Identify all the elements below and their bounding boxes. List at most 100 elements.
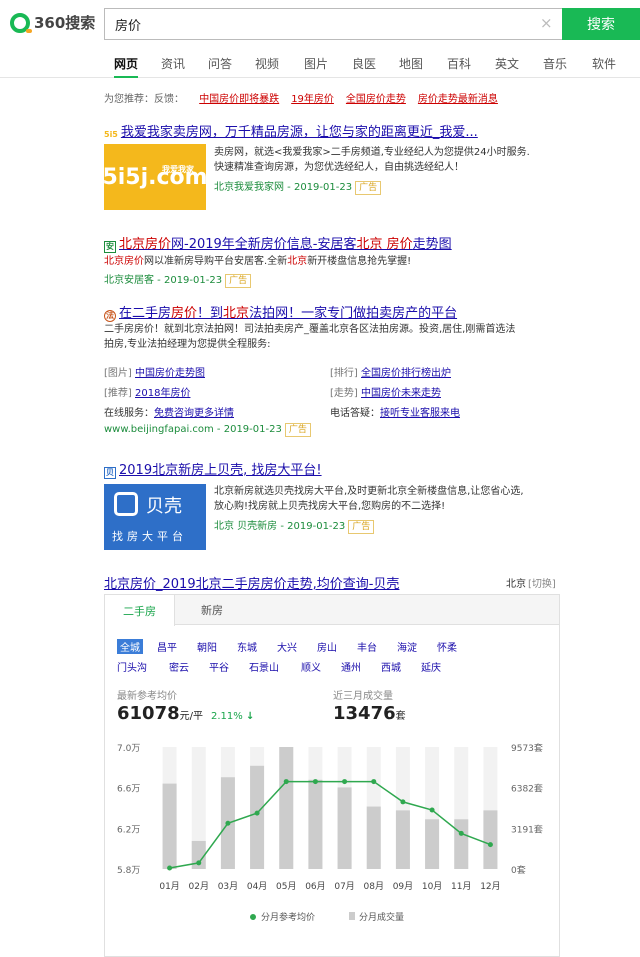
price-point[interactable]: [487, 842, 493, 848]
district-5[interactable]: 房山: [317, 639, 337, 654]
search-button[interactable]: 搜索: [562, 8, 640, 40]
district-15[interactable]: 西城: [381, 659, 401, 674]
tab-doctor[interactable]: 良医: [352, 55, 376, 72]
tab-baike[interactable]: 百科: [447, 55, 471, 72]
recommend-link[interactable]: 19年房价: [291, 94, 334, 105]
price-point[interactable]: [225, 820, 231, 826]
tab-video[interactable]: 视频: [255, 55, 279, 72]
district-3[interactable]: 东城: [237, 639, 257, 654]
tab-music[interactable]: 音乐: [543, 55, 567, 72]
online-service[interactable]: 在线服务：免费咨询更多详情: [104, 404, 234, 419]
ad-badge: 广告: [355, 181, 382, 195]
district-16[interactable]: 延庆: [421, 659, 441, 674]
recommend-link[interactable]: 房价走势最新消息: [418, 94, 498, 105]
result-desc: 快速精准查询房源，为您优选经纪人，自由挑选经纪人！: [214, 162, 464, 173]
result-url[interactable]: www.beijingfapai.com - 2019-01-23 广告: [104, 423, 311, 437]
district-2[interactable]: 朝阳: [197, 639, 217, 654]
title-keyword: 房价: [171, 306, 198, 321]
price-point[interactable]: [342, 779, 348, 785]
result-url[interactable]: 北京我爱我家网 - 2019-01-23 广告: [214, 178, 382, 195]
chart-bar[interactable]: [162, 783, 177, 869]
chart-bar[interactable]: [308, 779, 323, 869]
price-point[interactable]: [167, 865, 173, 871]
result-title[interactable]: 北京房价_2019北京二手房房价走势,均价查询-贝壳: [104, 573, 399, 592]
y-left-tick: 6.6万: [117, 785, 140, 795]
city-switch[interactable]: 北京 [切换]: [506, 575, 556, 590]
arrow-down-icon: ↓: [245, 711, 255, 722]
price-point[interactable]: [458, 830, 464, 836]
district-4[interactable]: 大兴: [277, 639, 297, 654]
volume-value: 13476套: [333, 703, 406, 724]
chart-bar[interactable]: [483, 810, 498, 869]
district-7[interactable]: 海淀: [397, 639, 417, 654]
tab-news[interactable]: 资讯: [161, 55, 185, 72]
price-point[interactable]: [429, 807, 435, 813]
chart-bar[interactable]: [337, 787, 352, 869]
search-query: 房价: [115, 18, 142, 34]
legend-bar-icon: [349, 912, 355, 920]
chart-bar[interactable]: [454, 819, 469, 869]
result-title[interactable]: 法在二手房房价！到北京法拍网！一家专门做拍卖房产的平台: [104, 302, 457, 322]
price-point[interactable]: [400, 799, 406, 805]
chart-bar[interactable]: [279, 747, 294, 869]
district-1[interactable]: 昌平: [157, 639, 177, 654]
district-10[interactable]: 密云: [169, 659, 189, 674]
price-point[interactable]: [312, 779, 318, 785]
recommend-link[interactable]: 全国房价走势: [346, 94, 406, 105]
district-6[interactable]: 丰台: [357, 639, 377, 654]
url-text: 北京 贝壳新房 - 2019-01-23: [214, 521, 346, 532]
district-12[interactable]: 石景山: [249, 659, 279, 674]
district-0[interactable]: 全城: [117, 639, 143, 654]
tab-second-hand[interactable]: 二手房: [105, 595, 175, 626]
chart-bar[interactable]: [395, 810, 410, 869]
house-icon: [114, 492, 138, 516]
sublink-tag: [排行]: [330, 368, 358, 379]
legend-bar-label[interactable]: 分月成交量: [359, 911, 404, 923]
site-icon: 法: [104, 310, 116, 322]
district-11[interactable]: 平谷: [209, 659, 229, 674]
phone-service[interactable]: 电话答疑：接听专业客服来电: [330, 404, 460, 419]
feedback-link[interactable]: 反馈：: [154, 94, 184, 105]
price-point[interactable]: [283, 779, 289, 785]
tab-new-house[interactable]: 新房: [177, 595, 247, 625]
result-title[interactable]: 安北京房价网-2019年全新房价信息-安居客北京 房价走势图: [104, 233, 452, 253]
sublink[interactable]: [推荐] 2018年房价: [104, 384, 190, 399]
logo[interactable]: 360搜索: [10, 12, 95, 33]
tab-software[interactable]: 软件: [592, 55, 616, 72]
tab-map[interactable]: 地图: [399, 55, 423, 72]
result-title[interactable]: 贝 2019北京新房上贝壳, 找房大平台!: [104, 459, 322, 479]
tab-english[interactable]: 英文: [495, 55, 519, 72]
price-point[interactable]: [254, 810, 260, 816]
district-13[interactable]: 顺义: [301, 659, 321, 674]
tab-qa[interactable]: 问答: [208, 55, 232, 72]
chart-bar[interactable]: [250, 765, 265, 869]
search-input[interactable]: 房价: [104, 8, 562, 40]
x-tick-label: 03月: [218, 881, 238, 892]
chart-bar[interactable]: [425, 819, 440, 869]
district-14[interactable]: 通州: [341, 659, 361, 674]
result-desc: 放心购!找房就上贝壳找房大平台,您购房的不二选择!: [214, 501, 446, 512]
sublink[interactable]: [排行] 全国房价排行榜出炉: [330, 364, 451, 379]
recommend-link[interactable]: 中国房价即将暴跌: [199, 94, 279, 105]
district-8[interactable]: 怀柔: [437, 639, 457, 654]
result-image[interactable]: 贝壳 找房大平台: [104, 484, 206, 550]
result-title[interactable]: 5i5 我爱我家卖房网，万千精品房源，让您与家的距离更近_我爱...: [104, 121, 478, 142]
sublink[interactable]: [走势] 中国房价未来走势: [330, 384, 441, 399]
recommend-bar: 为您推荐：反馈： 中国房价即将暴跌 19年房价 全国房价走势 房价走势最新消息: [104, 90, 498, 105]
desc-keyword: 北京房价: [104, 256, 144, 267]
sublink[interactable]: [图片] 中国房价走势图: [104, 364, 205, 379]
legend-line-label[interactable]: 分月参考均价: [261, 911, 315, 923]
tab-web[interactable]: 网页: [114, 55, 139, 78]
pct-text: 2.11%: [211, 711, 243, 722]
result-url[interactable]: 北京 贝壳新房 - 2019-01-23 广告: [214, 517, 375, 534]
result-url[interactable]: 北京安居客 - 2019-01-23 广告: [104, 271, 252, 288]
title-keyword: 北京房价: [119, 237, 172, 252]
legend-line-icon: [250, 914, 256, 920]
district-9[interactable]: 门头沟: [117, 659, 147, 674]
clear-icon[interactable]: ×: [540, 14, 553, 32]
price-point[interactable]: [371, 779, 377, 785]
chart-bar[interactable]: [366, 806, 381, 869]
price-point[interactable]: [196, 860, 202, 866]
result-image[interactable]: 5i5j.com 我爱我家: [102, 144, 208, 210]
tab-image[interactable]: 图片: [304, 55, 328, 72]
